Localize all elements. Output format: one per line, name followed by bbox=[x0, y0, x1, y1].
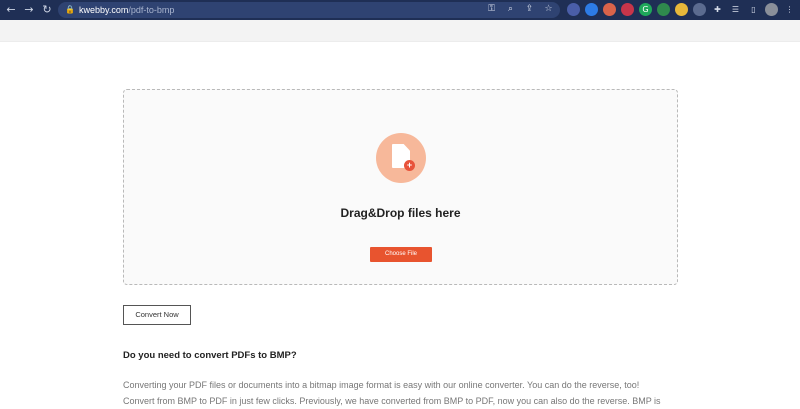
address-bar[interactable]: 🔒 kwebby.com/pdf-to-bmp ⚿ ⌕ ⇪ ☆ bbox=[58, 2, 560, 18]
extension-icon[interactable] bbox=[657, 3, 670, 16]
site-header-strip bbox=[0, 20, 800, 42]
extension-icon[interactable] bbox=[693, 3, 706, 16]
file-add-icon: + bbox=[376, 133, 426, 183]
omnibox-actions: ⚿ ⌕ ⇪ ☆ bbox=[486, 4, 554, 15]
key-icon[interactable]: ⚿ bbox=[486, 4, 497, 15]
forward-icon[interactable]: → bbox=[22, 3, 36, 17]
faq-question: Do you need to convert PDFs to BMP? bbox=[123, 350, 297, 361]
extension-icon[interactable] bbox=[585, 3, 598, 16]
drop-title: Drag&Drop files here bbox=[340, 206, 461, 220]
description-paragraph: Converting your PDF files or documents i… bbox=[123, 377, 678, 409]
zoom-icon[interactable]: ⌕ bbox=[505, 4, 516, 15]
browser-toolbar: ← → ↻ 🔒 kwebby.com/pdf-to-bmp ⚿ ⌕ ⇪ ☆ G … bbox=[0, 0, 800, 20]
reading-list-icon[interactable]: ☰ bbox=[729, 3, 742, 16]
grammarly-icon[interactable]: G bbox=[639, 3, 652, 16]
puzzle-icon[interactable]: ✚ bbox=[711, 3, 724, 16]
convert-now-button[interactable]: Convert Now bbox=[123, 305, 191, 325]
extension-icon[interactable] bbox=[675, 3, 688, 16]
bookmark-star-icon[interactable]: ☆ bbox=[543, 4, 554, 15]
description-line-1: Converting your PDF files or documents i… bbox=[123, 380, 640, 390]
menu-icon[interactable]: ⋮ bbox=[783, 3, 796, 16]
description-line-2: Convert from BMP to PDF in just few clic… bbox=[123, 396, 661, 406]
lock-icon: 🔒 bbox=[65, 5, 75, 14]
avatar[interactable] bbox=[765, 3, 778, 16]
choose-file-button[interactable]: Choose File bbox=[370, 247, 432, 262]
extensions-bar: G ✚ ☰ ▯ ⋮ bbox=[567, 3, 796, 16]
extension-icon[interactable] bbox=[567, 3, 580, 16]
plus-icon: + bbox=[404, 160, 415, 171]
reload-icon[interactable]: ↻ bbox=[40, 3, 54, 17]
extension-icon[interactable] bbox=[621, 3, 634, 16]
extension-icon[interactable] bbox=[603, 3, 616, 16]
share-icon[interactable]: ⇪ bbox=[524, 4, 535, 15]
file-drop-zone[interactable]: + Drag&Drop files here Choose File bbox=[123, 89, 678, 285]
side-panel-icon[interactable]: ▯ bbox=[747, 3, 760, 16]
back-icon[interactable]: ← bbox=[4, 3, 18, 17]
url-text: kwebby.com/pdf-to-bmp bbox=[79, 5, 175, 15]
